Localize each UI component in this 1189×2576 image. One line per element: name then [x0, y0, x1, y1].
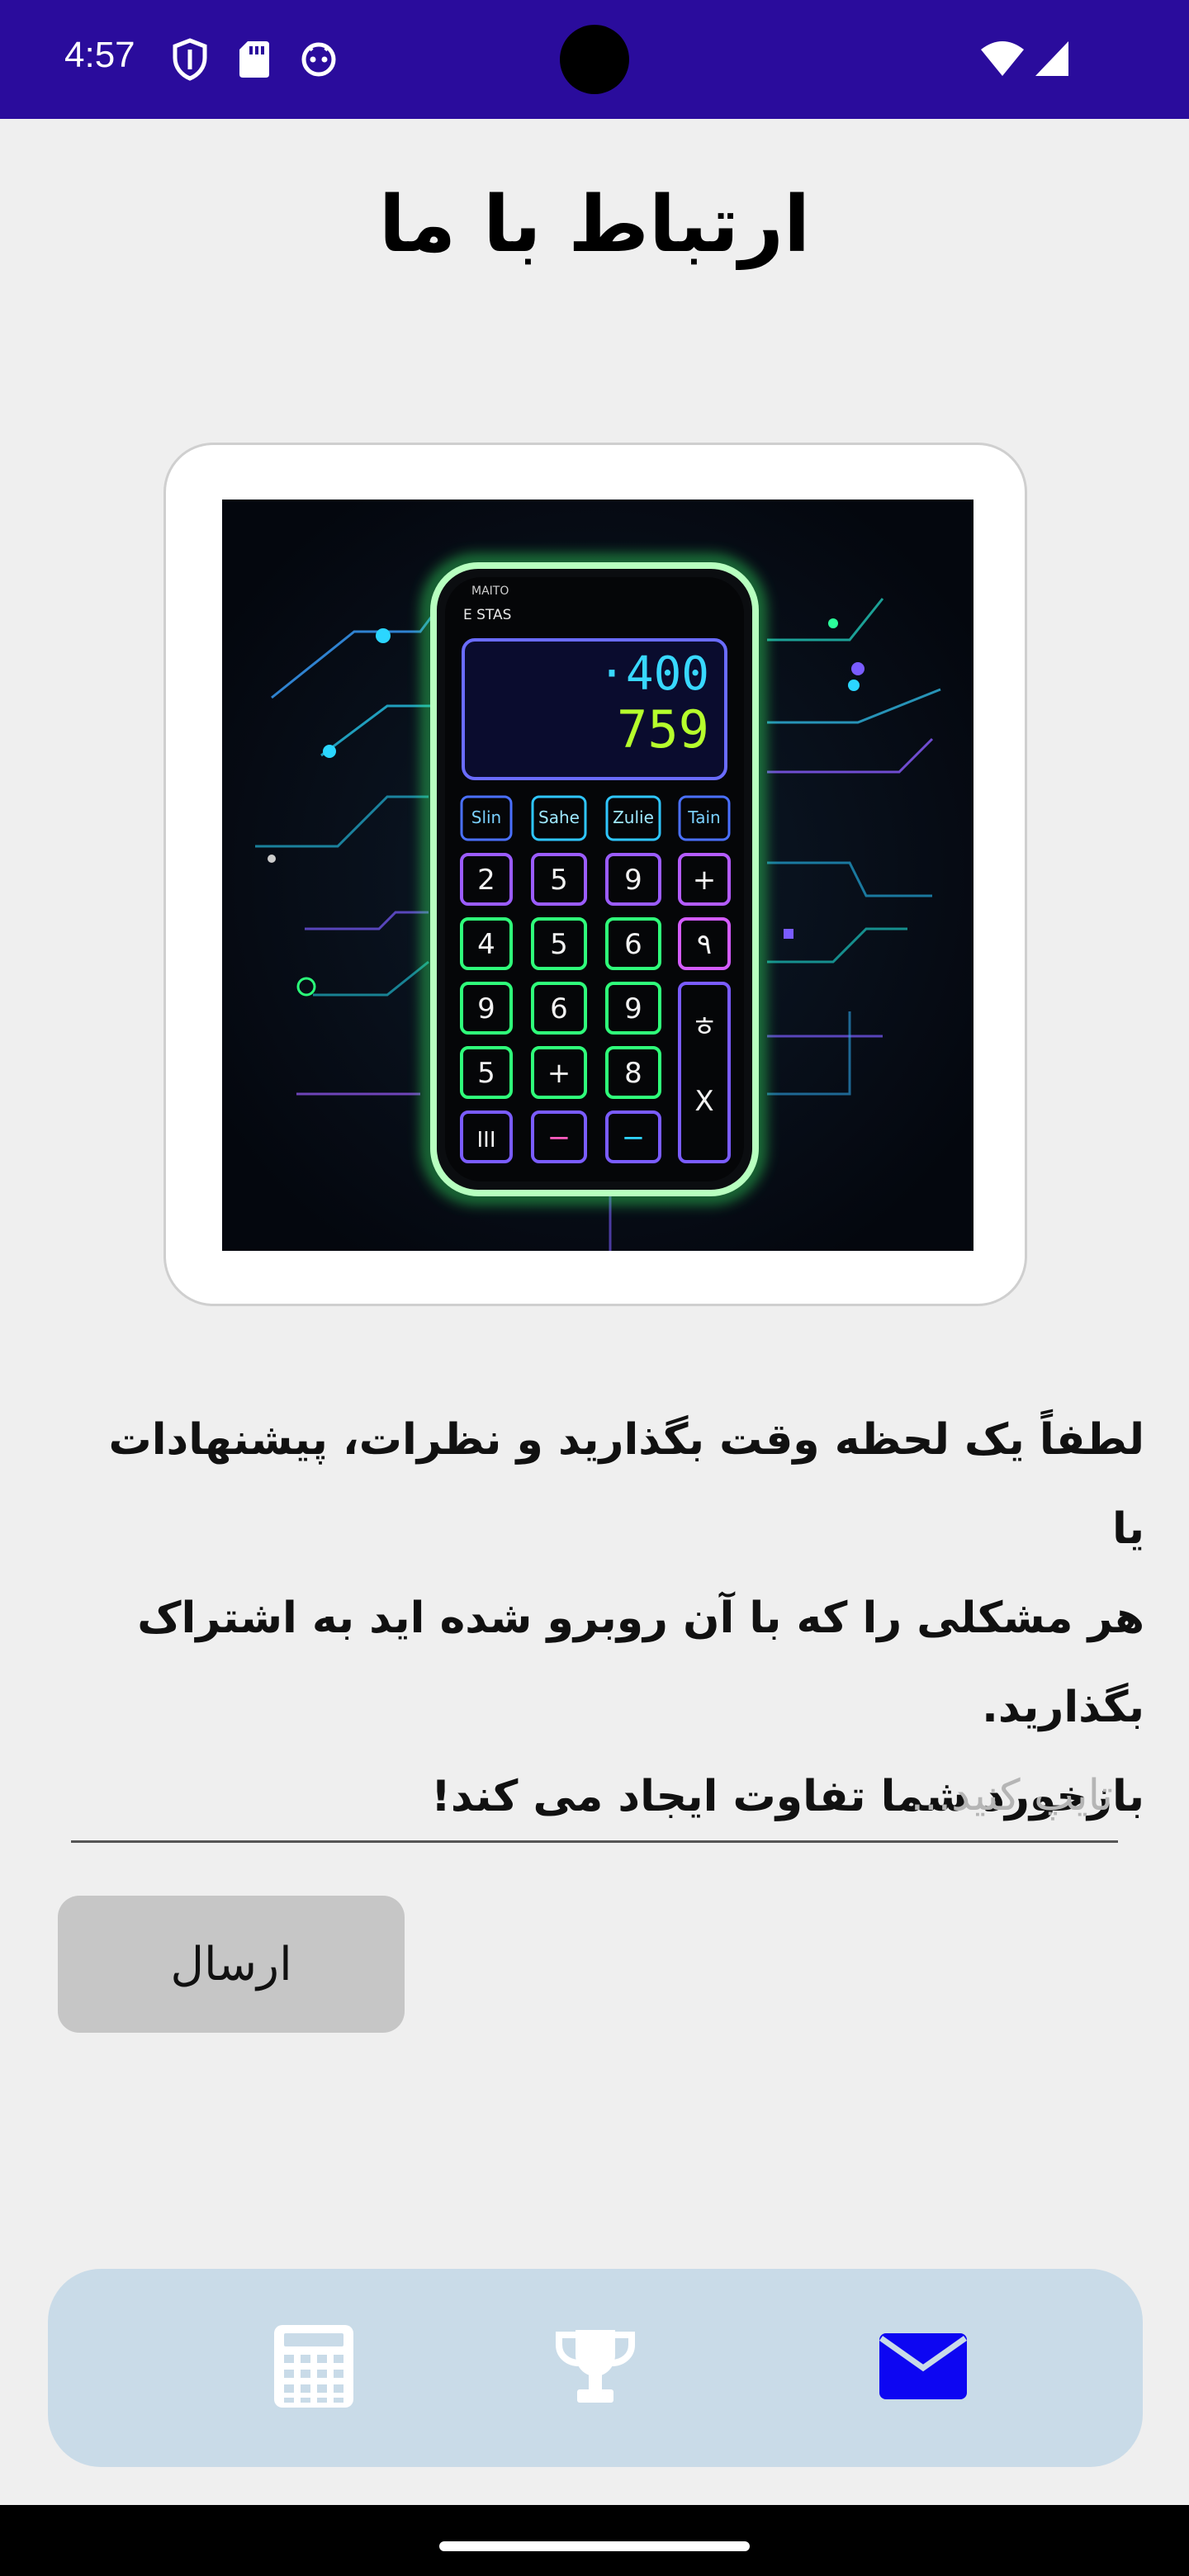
key-r2-c1: 4	[477, 928, 495, 961]
key-r3-c3: 9	[624, 992, 642, 1025]
phone-header-left: MAITO	[471, 585, 509, 598]
key-r1-c1: 2	[477, 864, 495, 897]
status-bar: 4:57	[0, 0, 1189, 119]
key-r4-c4: X	[694, 1085, 713, 1118]
calculator-illustration: MAITO E STAS ·400 759 Slin Sahe Zulie Ta…	[222, 500, 973, 1251]
key-r4-c3: 8	[624, 1057, 642, 1090]
description-line-1: لطفاً یک لحظه وقت بگذارید و نظرات، پیشنه…	[108, 1415, 1144, 1554]
nav-item-contact[interactable]	[841, 2269, 1006, 2467]
function-key-4: Tain	[687, 807, 720, 827]
key-r1-c2: 5	[550, 864, 568, 897]
feedback-input[interactable]	[71, 1750, 1118, 1843]
key-r5-c1: III	[476, 1128, 495, 1153]
nav-item-leaderboard[interactable]	[513, 2269, 678, 2467]
function-key-3: Zulie	[613, 807, 654, 827]
wifi-icon	[979, 40, 1026, 78]
key-r1-c4: +	[693, 864, 717, 897]
key-r4-c1: 5	[477, 1057, 495, 1090]
nav-item-calculator[interactable]	[231, 2269, 396, 2467]
function-key-2: Sahe	[538, 807, 580, 827]
cell-signal-icon	[1034, 40, 1070, 78]
key-r2-c2: 5	[550, 928, 568, 961]
home-gesture-handle[interactable]	[439, 2541, 750, 2551]
envelope-icon	[878, 2332, 969, 2404]
camera-cutout	[560, 25, 629, 94]
shield-icon	[172, 38, 208, 81]
page-title: ارتباط با ما	[378, 180, 811, 270]
key-r4-c2: +	[547, 1057, 571, 1090]
calculator-icon	[271, 2323, 357, 2413]
screen-bottom-value: 759	[617, 699, 709, 760]
sd-card-icon	[238, 38, 274, 81]
phone-header-label: E STAS	[463, 607, 511, 623]
submit-button[interactable]: ارسال	[58, 1896, 405, 2033]
key-r2-c4: ٩	[697, 928, 712, 961]
function-key-1: Slin	[471, 807, 501, 827]
key-r3-c4: ㅎ	[691, 1011, 717, 1044]
bottom-navigation	[48, 2269, 1143, 2467]
android-icon	[299, 38, 336, 81]
key-r3-c2: 6	[550, 992, 568, 1025]
key-r5-c2: −	[547, 1121, 571, 1154]
description-line-2: هر مشکلی را که با آن روبرو شده اید به اش…	[137, 1593, 1144, 1732]
key-r1-c3: 9	[624, 864, 642, 897]
screen-top-value: ·400	[598, 647, 709, 701]
system-gesture-area	[0, 2505, 1189, 2576]
key-r5-c3: −	[622, 1121, 646, 1154]
key-r2-c3: 6	[624, 928, 642, 961]
key-r3-c1: 9	[477, 992, 495, 1025]
illustration-card: MAITO E STAS ·400 759 Slin Sahe Zulie Ta…	[163, 443, 1027, 1306]
trophy-icon	[552, 2327, 638, 2409]
status-time: 4:57	[64, 35, 135, 75]
